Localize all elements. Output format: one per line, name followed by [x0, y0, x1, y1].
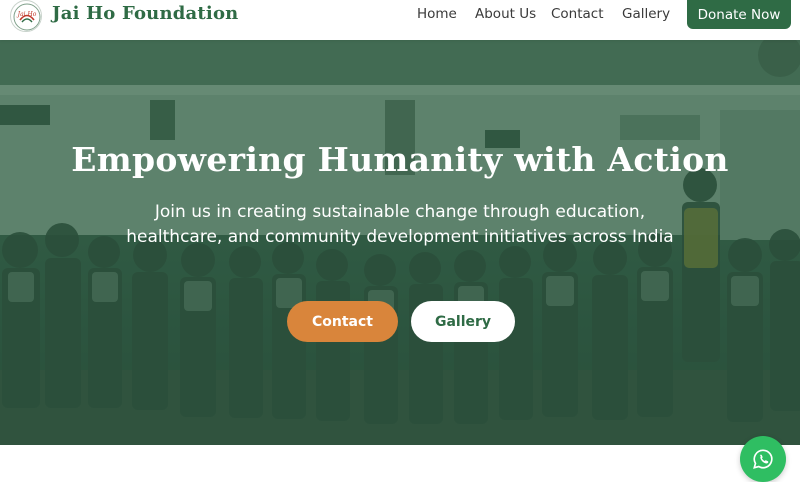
svg-text:Jai Ho: Jai Ho — [16, 11, 37, 18]
whatsapp-button[interactable] — [740, 436, 786, 482]
nav-contact[interactable]: Contact — [551, 6, 604, 22]
whatsapp-icon — [753, 449, 773, 469]
contact-button[interactable]: Contact — [287, 301, 398, 342]
gallery-button[interactable]: Gallery — [411, 301, 515, 342]
hero-subtitle: Join us in creating sustainable change t… — [126, 202, 674, 247]
nav-home[interactable]: Home — [417, 6, 457, 22]
hero-title: Empowering Humanity with Action — [71, 140, 729, 179]
nav-gallery[interactable]: Gallery — [622, 6, 670, 22]
hero-section: Empowering Humanity with Action Join us … — [0, 40, 800, 445]
logo-emblem-icon: Jai Ho — [12, 2, 41, 31]
donate-now-button[interactable]: Donate Now — [687, 0, 791, 29]
foundation-logo[interactable]: Jai Ho — [10, 0, 42, 32]
site-header: Jai Ho Jai Ho Foundation Home About Us C… — [0, 0, 800, 40]
brand-name[interactable]: Jai Ho Foundation — [52, 3, 238, 24]
nav-about-us[interactable]: About Us — [475, 6, 536, 22]
